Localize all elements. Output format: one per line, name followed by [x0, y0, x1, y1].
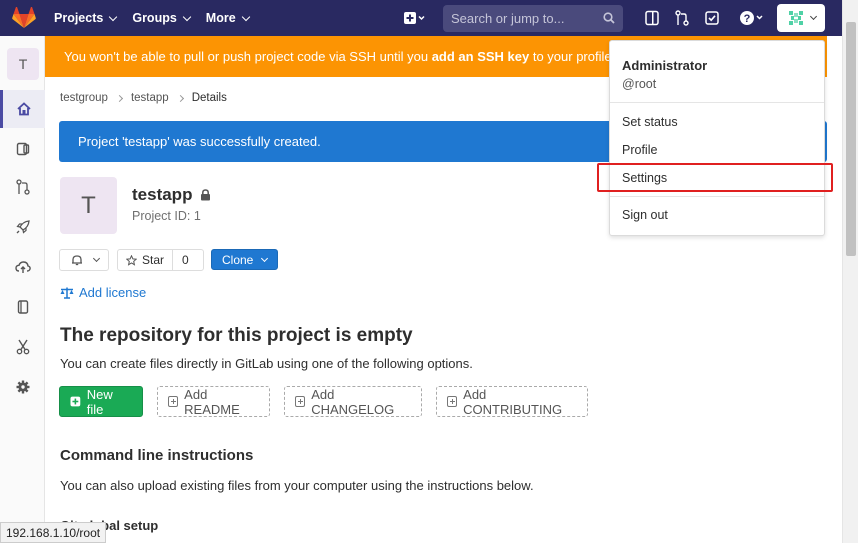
user-username[interactable]: @root	[622, 77, 656, 91]
sidebar-toggle-icon	[645, 10, 659, 26]
project-avatar: T	[60, 177, 117, 234]
bell-icon	[72, 255, 82, 266]
merge-requests-icon	[15, 179, 30, 195]
scale-balance-icon	[60, 287, 74, 299]
star-icon	[126, 254, 137, 266]
project-title: testapp	[132, 185, 211, 205]
chevron-down-icon	[92, 254, 101, 263]
add-contributing-button[interactable]: Add CONTRIBUTING	[436, 386, 588, 417]
sidebar-item-wiki[interactable]	[0, 288, 45, 326]
add-license-label: Add license	[79, 285, 147, 300]
banner-text-after: to your profile	[529, 49, 612, 64]
nav-more[interactable]: More	[206, 11, 250, 25]
star-button[interactable]: Star 0	[117, 249, 204, 271]
chevron-down-icon	[109, 12, 118, 21]
clone-button[interactable]: Clone	[211, 249, 279, 270]
star-count[interactable]: 0	[173, 253, 198, 267]
add-changelog-button[interactable]: Add CHANGELOG	[284, 386, 422, 417]
browser-status-url: 192.168.1.10/root	[0, 522, 107, 543]
scrollbar-thumb[interactable]	[846, 22, 856, 256]
project-sidebar: T »	[0, 36, 45, 543]
sidebar-item-snippets[interactable]	[0, 328, 45, 366]
add-license-link[interactable]: Add license	[60, 285, 146, 300]
breadcrumb: testgroup testapp Details	[60, 92, 227, 104]
menu-divider	[610, 102, 824, 103]
nav-projects[interactable]: Projects	[54, 11, 118, 25]
todos-button[interactable]	[699, 5, 725, 31]
search-placeholder: Search or jump to...	[451, 10, 565, 26]
issues-icon	[16, 142, 29, 156]
chevron-down-icon	[241, 12, 250, 21]
chevron-right-icon	[176, 94, 184, 102]
snippet-scissors-icon	[16, 339, 29, 355]
plus-square-icon	[295, 396, 306, 407]
new-item-button[interactable]	[397, 5, 431, 31]
new-file-button[interactable]: New file	[59, 386, 143, 417]
sidebar-item-issues[interactable]	[0, 130, 45, 168]
cli-heading: Command line instructions	[60, 447, 254, 464]
search-icon	[603, 12, 615, 24]
search-input[interactable]: Search or jump to...	[443, 4, 623, 32]
chevron-right-icon	[115, 94, 123, 102]
breadcrumb-project-link[interactable]: testapp	[131, 92, 169, 104]
new-file-label: New file	[86, 386, 113, 417]
sidebar-item-ci-cd[interactable]	[0, 208, 45, 246]
cloud-icon	[14, 261, 31, 273]
project-id: Project ID: 1	[132, 209, 201, 223]
help-button[interactable]: ?	[735, 5, 769, 31]
chevron-down-icon	[261, 254, 269, 262]
check-square-icon	[705, 11, 719, 25]
plus-square-icon	[447, 396, 458, 407]
menu-item-sign-out[interactable]: Sign out	[622, 208, 668, 222]
merge-requests-button[interactable]	[669, 5, 695, 31]
sidebar-item-settings[interactable]	[0, 368, 45, 406]
book-icon	[17, 300, 28, 314]
breadcrumb-current[interactable]: Details	[192, 92, 227, 104]
add-contributing-label: Add CONTRIBUTING	[463, 386, 563, 417]
plus-square-icon	[404, 12, 425, 24]
project-name: testapp	[132, 185, 193, 204]
chevron-down-icon	[809, 12, 817, 21]
lock-icon	[201, 189, 211, 201]
menu-divider	[610, 196, 824, 197]
breadcrumb-group-link[interactable]: testgroup	[60, 92, 108, 104]
sidebar-item-merge-requests[interactable]	[0, 168, 45, 206]
settings-gear-icon	[16, 380, 29, 394]
user-display-name[interactable]: Administrator	[622, 58, 707, 73]
nav-groups[interactable]: Groups	[132, 11, 192, 25]
cli-description: You can also upload existing files from …	[60, 478, 534, 493]
svg-text:?: ?	[744, 13, 751, 25]
top-navbar: Projects Groups More Search or jump to..…	[0, 0, 842, 36]
clone-label: Clone	[222, 252, 254, 267]
add-changelog-label: Add CHANGELOG	[311, 386, 395, 417]
empty-repo-description: You can create files directly in GitLab …	[60, 356, 473, 371]
empty-repo-heading: The repository for this project is empty	[60, 325, 413, 346]
menu-item-set-status[interactable]: Set status	[622, 115, 678, 129]
plus-square-icon	[168, 396, 179, 407]
menu-item-profile[interactable]: Profile	[622, 143, 657, 157]
home-icon	[17, 102, 31, 116]
add-readme-button[interactable]: Add README	[157, 386, 270, 417]
sidebar-item-operations[interactable]	[0, 248, 45, 286]
gitlab-logo[interactable]	[12, 7, 36, 29]
add-ssh-key-link[interactable]: add an SSH key	[432, 49, 530, 64]
star-label: Star	[142, 253, 165, 267]
plus-square-icon	[70, 396, 81, 407]
notification-button[interactable]	[59, 249, 109, 271]
flash-message: Project 'testapp' was successfully creat…	[78, 134, 321, 149]
chevron-down-icon	[182, 12, 192, 21]
user-menu-button[interactable]	[777, 4, 825, 32]
settings-highlight-box	[597, 163, 833, 192]
sidebar-item-project-overview[interactable]	[0, 90, 45, 128]
user-dropdown-menu: Administrator @root Set status Profile S…	[609, 40, 825, 236]
sidebar-project-avatar[interactable]: T	[7, 48, 39, 80]
todo-sidebar-button[interactable]	[639, 5, 665, 31]
user-avatar-icon	[786, 9, 805, 27]
page-scrollbar[interactable]	[842, 0, 858, 543]
merge-request-icon	[675, 10, 689, 26]
add-readme-label: Add README	[184, 386, 240, 417]
rocket-icon	[15, 220, 30, 234]
banner-text: You won't be able to pull or push projec…	[64, 49, 432, 64]
help-icon: ?	[740, 11, 763, 25]
